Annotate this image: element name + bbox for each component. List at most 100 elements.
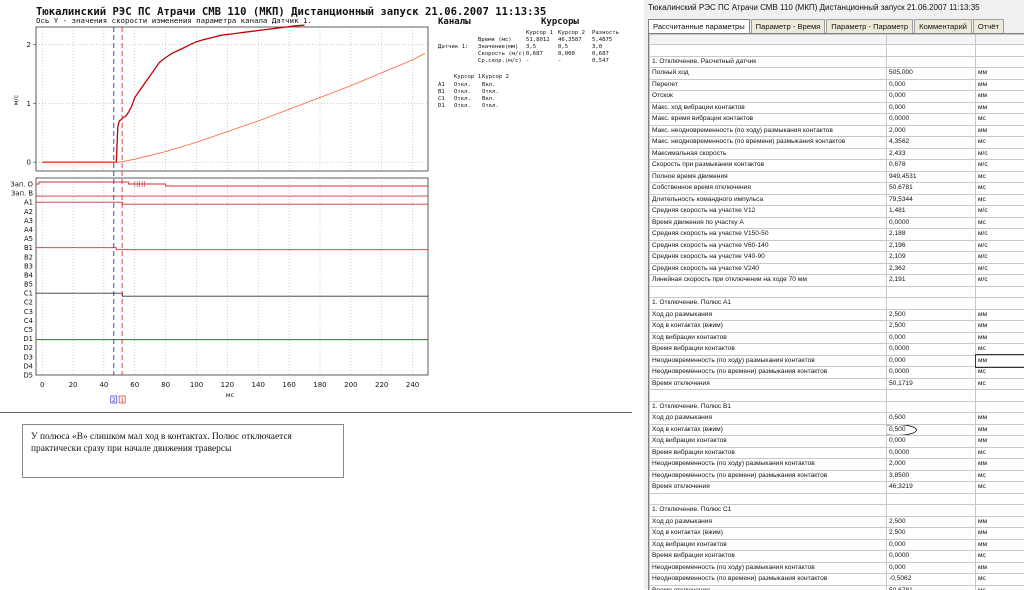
table-row[interactable]: Полное время движения949,4531мс [650,171,1024,183]
param-unit-cell[interactable]: м/с [976,148,1024,160]
param-name-cell[interactable]: 1. Отключение. Полюс С1 [650,505,887,517]
table-row[interactable] [650,390,1024,402]
param-unit-cell[interactable]: мс [976,470,1024,482]
table-row[interactable]: Линейная скорость при отключении на ходе… [650,275,1024,287]
param-value-cell[interactable] [887,286,976,298]
param-name-cell[interactable]: Макс. неодновременность (по ходу) размык… [650,125,887,137]
param-value-cell[interactable]: 0,000 [887,436,976,448]
param-value-cell[interactable]: 0,0000 [887,217,976,229]
table-row[interactable]: Ход в контактах (вжим)0,500мм [650,424,1024,436]
param-unit-cell[interactable]: м/с [976,252,1024,264]
param-name-cell[interactable]: Неодновременность (по ходу) размыкания к… [650,562,887,574]
param-name-cell[interactable] [650,286,887,298]
table-row[interactable]: Время отключения46,3219мс [650,482,1024,494]
param-value-cell[interactable] [887,493,976,505]
param-unit-cell[interactable]: мм [976,413,1024,425]
param-unit-cell[interactable]: мс [976,574,1024,586]
param-unit-cell[interactable] [976,401,1024,413]
param-name-cell[interactable]: Ход в контактах (вжим) [650,424,887,436]
param-value-cell[interactable]: 2,109 [887,252,976,264]
oscillogram-chart[interactable]: 020406080100120140160180200220240мс210м/… [0,0,436,412]
param-unit-cell[interactable]: мс [976,482,1024,494]
table-row[interactable]: Неодновременность (по ходу) размыкания к… [650,355,1024,367]
table-row[interactable]: 1. Отключение. Полюс В1 [650,401,1024,413]
tab-comment[interactable]: Комментарий [914,19,972,34]
param-value-cell[interactable]: 0,678 [887,160,976,172]
param-value-cell[interactable]: 0,0000 [887,367,976,379]
param-unit-cell[interactable]: мс [976,367,1024,379]
param-name-cell[interactable]: Макс. неодновременность (по времени) раз… [650,137,887,149]
param-name-cell[interactable]: Время движения по участку А [650,217,887,229]
param-value-cell[interactable]: 2,000 [887,459,976,471]
param-unit-cell[interactable]: м/с [976,229,1024,241]
param-unit-cell[interactable]: мс [976,114,1024,126]
param-unit-cell[interactable] [976,505,1024,517]
param-name-cell[interactable]: Неодновременность (по ходу) размыкания к… [650,459,887,471]
param-name-cell[interactable]: Средняя скорость на участке V40-90 [650,252,887,264]
param-value-cell[interactable]: -0,5062 [887,574,976,586]
param-name-cell[interactable]: Время вибрации контактов [650,551,887,563]
table-row[interactable]: Собственное время отключения50,6781мс [650,183,1024,195]
param-unit-cell[interactable]: мм [976,355,1024,367]
param-unit-cell[interactable]: мм [976,528,1024,540]
table-row[interactable]: Время вибрации контактов0,0000мс [650,447,1024,459]
param-name-cell[interactable]: Ход до размыкания [650,516,887,528]
table-row[interactable]: Время отключения50,6781мс [650,585,1024,590]
table-row[interactable]: Ход до размыкания0,500мм [650,413,1024,425]
param-unit-cell[interactable]: мс [976,137,1024,149]
param-value-cell[interactable]: 0,000 [887,562,976,574]
param-value-cell[interactable]: 0,500 [887,413,976,425]
param-value-cell[interactable]: 949,4531 [887,171,976,183]
param-unit-cell[interactable]: мс [976,585,1024,590]
param-name-cell[interactable]: Макс. время вибрации контактов [650,114,887,126]
param-unit-cell[interactable]: мм [976,91,1024,103]
param-unit-cell[interactable]: мс [976,551,1024,563]
param-unit-cell[interactable]: мм [976,539,1024,551]
param-name-cell[interactable] [650,35,887,45]
param-name-cell[interactable]: Ход в контактах (вжим) [650,321,887,333]
param-value-cell[interactable]: 0,000 [887,91,976,103]
table-row[interactable]: 1. Отключение. Полюс С1 [650,505,1024,517]
tab-param-time[interactable]: Параметр - Время [751,19,826,34]
table-row[interactable]: Максимальная скорость2,433м/с [650,148,1024,160]
param-name-cell[interactable] [650,45,887,57]
param-name-cell[interactable]: Время вибрации контактов [650,447,887,459]
param-value-cell[interactable]: 2,433 [887,148,976,160]
table-row[interactable]: Скорость при размыкании контактов0,678м/… [650,160,1024,172]
table-row[interactable]: Макс. ход вибрации контактов0,000мм [650,102,1024,114]
param-name-cell[interactable]: Ход вибрации контактов [650,436,887,448]
param-value-cell[interactable]: 0,0000 [887,447,976,459]
param-value-cell[interactable] [887,45,976,57]
param-unit-cell[interactable] [976,390,1024,402]
param-value-cell[interactable]: 2,362 [887,263,976,275]
params-grid[interactable]: 1. Отключение. Расчетный датчикПолный хо… [648,33,1024,590]
table-row[interactable]: Ход до размыкания2,500мм [650,516,1024,528]
param-value-cell[interactable]: 2,500 [887,528,976,540]
param-value-cell[interactable]: 2,500 [887,321,976,333]
table-row[interactable]: Ход вибрации контактов0,000мм [650,436,1024,448]
param-value-cell[interactable]: 79,5344 [887,194,976,206]
param-value-cell[interactable]: 2,500 [887,309,976,321]
table-row[interactable]: Перелет0,000мм [650,79,1024,91]
table-row[interactable] [650,35,1024,45]
param-value-cell[interactable]: 0,000 [887,79,976,91]
param-value-cell[interactable]: 0,000 [887,355,976,367]
table-row[interactable]: Ход вибрации контактов0,000мм [650,332,1024,344]
param-unit-cell[interactable] [976,298,1024,310]
param-value-cell[interactable]: 0,000 [887,332,976,344]
param-name-cell[interactable]: Время отключения [650,482,887,494]
param-name-cell[interactable]: Неодновременность (по времени) размыкани… [650,574,887,586]
param-name-cell[interactable]: Время вибрации контактов [650,344,887,356]
table-row[interactable]: Время отключения50,1719мс [650,378,1024,390]
table-row[interactable]: Ход до размыкания2,500мм [650,309,1024,321]
table-row[interactable]: Макс. время вибрации контактов0,0000мс [650,114,1024,126]
param-value-cell[interactable] [887,390,976,402]
param-name-cell[interactable]: Время отключения [650,378,887,390]
param-unit-cell[interactable]: мс [976,171,1024,183]
param-unit-cell[interactable] [976,286,1024,298]
table-row[interactable]: Средняя скорость на участке V40-902,109м… [650,252,1024,264]
table-row[interactable] [650,493,1024,505]
table-row[interactable]: Средняя скорость на участке V2402,362м/с [650,263,1024,275]
param-value-cell[interactable]: 0,0000 [887,344,976,356]
param-name-cell[interactable]: Ход до размыкания [650,309,887,321]
